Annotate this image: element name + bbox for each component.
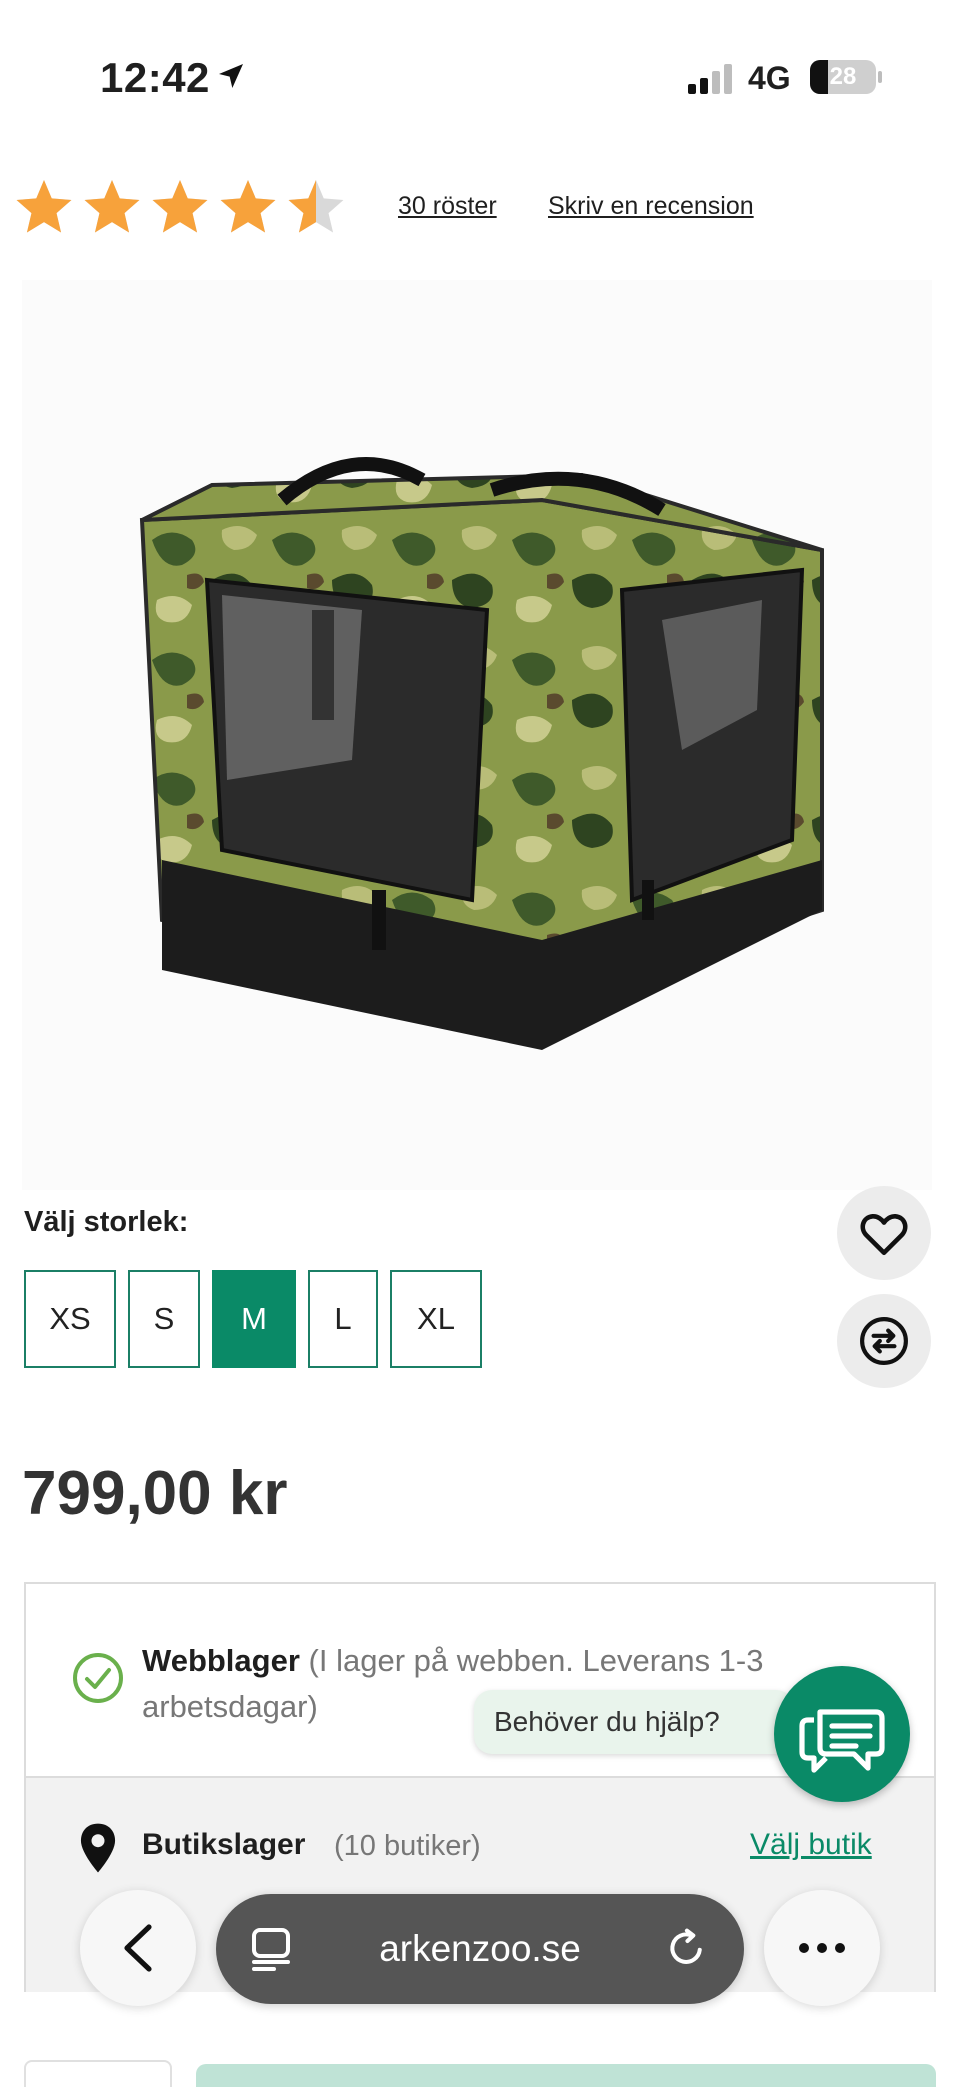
product-image[interactable]: [22, 280, 932, 1388]
size-option-xs[interactable]: XS: [24, 1270, 116, 1368]
price: 799,00 kr: [22, 1459, 288, 1528]
check-circle-icon: [73, 1653, 123, 1703]
compare-arrows-icon: [860, 1317, 908, 1365]
star-rating: [12, 176, 348, 240]
compare-button[interactable]: [837, 1294, 931, 1388]
votes-link[interactable]: 30 röster: [398, 192, 497, 221]
store-stock-title: Butikslager: [142, 1828, 306, 1861]
location-pin-icon: [80, 1823, 116, 1873]
choose-store-link[interactable]: Välj butik: [750, 1828, 872, 1862]
store-count: (10 butiker): [334, 1830, 481, 1862]
favorite-button[interactable]: [837, 1186, 931, 1280]
star-icon: [288, 180, 344, 233]
ellipsis-icon: [799, 1943, 845, 1953]
star-icon: [220, 180, 276, 233]
battery-tip: [878, 71, 882, 83]
chevron-left-icon: [124, 1924, 152, 1972]
quantity-field[interactable]: [24, 2060, 172, 2087]
help-bubble[interactable]: Behöver du hjälp?: [474, 1690, 794, 1754]
network-type: 4G: [748, 60, 791, 96]
location-arrow-icon: [219, 64, 243, 88]
status-bar: 12:42 4G 28: [0, 0, 960, 140]
chat-button[interactable]: [774, 1666, 910, 1802]
write-review-link[interactable]: Skriv en recension: [548, 192, 754, 221]
star-icon: [84, 180, 140, 233]
size-options: XS S M L XL: [24, 1270, 482, 1368]
size-label: Välj storlek:: [24, 1206, 189, 1238]
reload-icon[interactable]: [664, 1926, 708, 1970]
more-options-button[interactable]: [764, 1890, 880, 2006]
heart-icon: [860, 1214, 908, 1256]
battery-level: 28: [829, 63, 857, 90]
size-option-m[interactable]: M: [212, 1270, 296, 1368]
cellular-signal-icon: [688, 64, 732, 94]
address-bar[interactable]: arkenzoo.se: [216, 1894, 744, 2004]
size-option-s[interactable]: S: [128, 1270, 200, 1368]
web-stock-title: Webblager: [142, 1643, 300, 1678]
rating-row: 30 röster Skriv en recension: [0, 170, 960, 250]
size-option-xl[interactable]: XL: [390, 1270, 482, 1368]
pet-carrier-image: [139, 457, 824, 1050]
star-icon: [16, 180, 72, 233]
status-time: 12:42: [100, 54, 210, 101]
size-option-l[interactable]: L: [308, 1270, 378, 1368]
chat-bubbles-icon: [799, 1709, 885, 1773]
add-to-cart-button[interactable]: [196, 2064, 936, 2087]
back-button[interactable]: [80, 1890, 196, 2006]
battery-icon: 28: [810, 60, 876, 94]
star-icon: [152, 180, 208, 233]
